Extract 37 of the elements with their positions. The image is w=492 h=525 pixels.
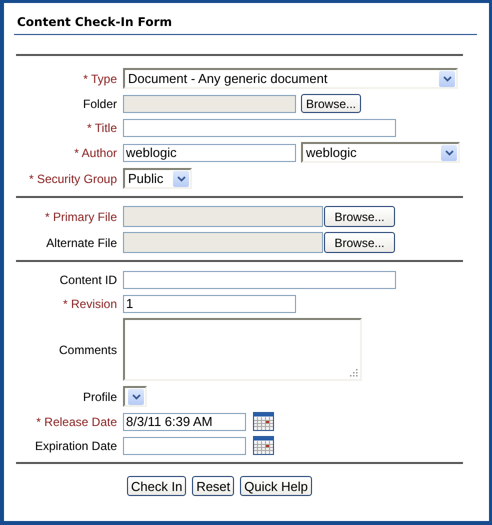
date-field[interactable] — [123, 436, 246, 454]
field-label: Alternate File — [45, 236, 118, 250]
resize-grip-icon[interactable] — [349, 368, 358, 377]
input-field[interactable]: weblogic — [123, 144, 296, 162]
field-label: * Author — [73, 146, 118, 160]
dropdown[interactable]: Public — [123, 168, 192, 189]
calendar-icon[interactable] — [253, 436, 274, 455]
action-button[interactable]: Check In — [127, 476, 186, 496]
field-label: Profile — [82, 390, 118, 404]
field-label: * Title — [86, 120, 118, 134]
comments-textarea[interactable] — [123, 318, 362, 381]
field-label: * Type — [82, 72, 118, 86]
input-field[interactable]: 1 — [123, 294, 296, 312]
field-label: Comments — [58, 342, 118, 356]
input-field[interactable] — [123, 94, 296, 112]
browse-button[interactable]: Browse... — [324, 206, 395, 227]
dropdown[interactable]: Document - Any generic document — [123, 68, 458, 89]
browse-button[interactable]: Browse... — [301, 94, 362, 113]
action-button[interactable]: Quick Help — [240, 476, 312, 496]
field-label: Expiration Date — [34, 438, 118, 452]
browse-button[interactable]: Browse... — [324, 232, 395, 253]
field-label: * Revision — [62, 296, 118, 310]
field-label: * Primary File — [44, 210, 118, 224]
dropdown[interactable] — [123, 386, 147, 407]
input-field[interactable] — [123, 232, 323, 253]
field-label: * Security Group — [28, 172, 118, 186]
input-field[interactable] — [123, 118, 396, 136]
calendar-icon[interactable] — [253, 412, 274, 431]
field-label: Content ID — [58, 272, 118, 286]
field-label: * Release Date — [35, 414, 118, 428]
field-label: Folder — [82, 96, 118, 110]
input-field[interactable] — [123, 206, 323, 227]
input-field[interactable] — [123, 270, 396, 288]
action-button[interactable]: Reset — [192, 476, 234, 496]
form-title: Content Check-In Form — [14, 15, 477, 35]
date-field[interactable]: 8/3/11 6:39 AM — [123, 412, 246, 430]
dropdown[interactable]: weblogic — [301, 142, 460, 163]
